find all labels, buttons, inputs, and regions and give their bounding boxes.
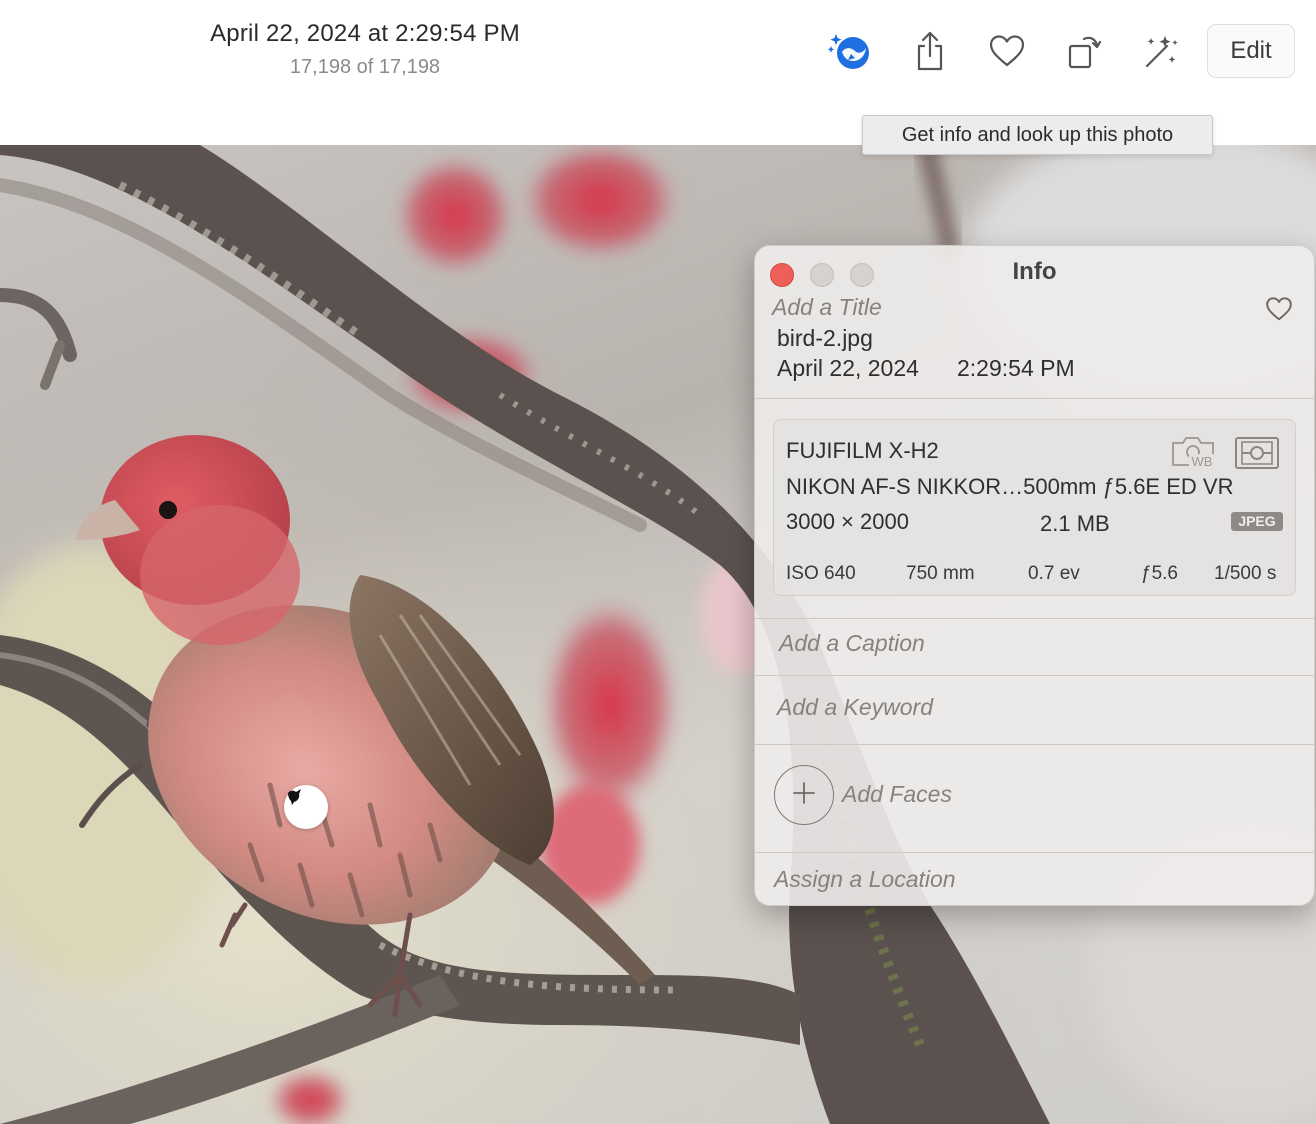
- filename: bird-2.jpg: [777, 325, 873, 351]
- favorite-toggle[interactable]: [1265, 296, 1293, 327]
- share-icon: [912, 30, 948, 72]
- auto-enhance-icon: [1139, 30, 1181, 72]
- tooltip: Get info and look up this photo: [862, 115, 1213, 155]
- capture-date[interactable]: April 22, 2024: [777, 355, 919, 382]
- rotate-button[interactable]: [1062, 29, 1106, 73]
- exif-iso: ISO 640: [786, 563, 856, 584]
- exif-exposure: 0.7 ev: [1028, 563, 1080, 584]
- file-size: 2.1 MB: [1040, 511, 1110, 536]
- photos-app-window: April 22, 2024 at 2:29:54 PM 17,198 of 1…: [0, 0, 1316, 1124]
- caption-input[interactable]: Add a Caption: [779, 630, 925, 657]
- image-dimensions: 3000 × 2000: [786, 509, 909, 534]
- heart-icon: [988, 34, 1026, 68]
- location-input[interactable]: Assign a Location: [774, 866, 956, 893]
- lens-model: NIKON AF-S NIKKOR…500mm ƒ5.6E ED VR: [786, 474, 1234, 499]
- panel-title: Info: [1012, 258, 1057, 285]
- divider: [755, 398, 1314, 399]
- add-faces-button[interactable]: [774, 765, 834, 825]
- info-panel: Info Add a Title bird-2.jpg April 22, 20…: [754, 245, 1315, 906]
- divider: [755, 675, 1314, 676]
- photo-date-title: April 22, 2024 at 2:29:54 PM: [210, 20, 520, 47]
- divider: [755, 744, 1314, 745]
- camera-info-card: FUJIFILM X-H2 NIKON AF-S NIKKOR…500mm ƒ5…: [773, 419, 1296, 596]
- visual-look-up-button[interactable]: [828, 29, 874, 73]
- title-input[interactable]: Add a Title: [772, 294, 882, 321]
- camera-model: FUJIFILM X-H2: [786, 438, 939, 463]
- exif-focal-length: 750 mm: [906, 563, 975, 584]
- add-faces-label[interactable]: Add Faces: [842, 781, 952, 808]
- divider: [755, 618, 1314, 619]
- auto-enhance-button[interactable]: [1138, 29, 1182, 73]
- visual-look-up-icon: [828, 30, 874, 72]
- rotate-icon: [1064, 30, 1104, 72]
- keyword-input[interactable]: Add a Keyword: [777, 694, 933, 721]
- exif-aperture: ƒ5.6: [1141, 563, 1178, 584]
- visual-look-up-badge[interactable]: [284, 785, 328, 829]
- svg-text:WB: WB: [1192, 454, 1213, 468]
- capture-time[interactable]: 2:29:54 PM: [957, 355, 1075, 382]
- exif-shutter: 1/500 s: [1214, 563, 1277, 584]
- plus-icon: [792, 781, 816, 810]
- divider: [755, 852, 1314, 853]
- favorite-button[interactable]: [985, 29, 1029, 73]
- share-button[interactable]: [908, 29, 952, 73]
- white-balance-icon: WB: [1170, 434, 1218, 473]
- format-badge: JPEG: [1231, 512, 1283, 531]
- edit-button[interactable]: Edit: [1207, 24, 1295, 78]
- metering-mode-icon: [1234, 436, 1280, 475]
- heart-icon: [1265, 297, 1293, 326]
- photo-count: 17,198 of 17,198: [289, 56, 441, 78]
